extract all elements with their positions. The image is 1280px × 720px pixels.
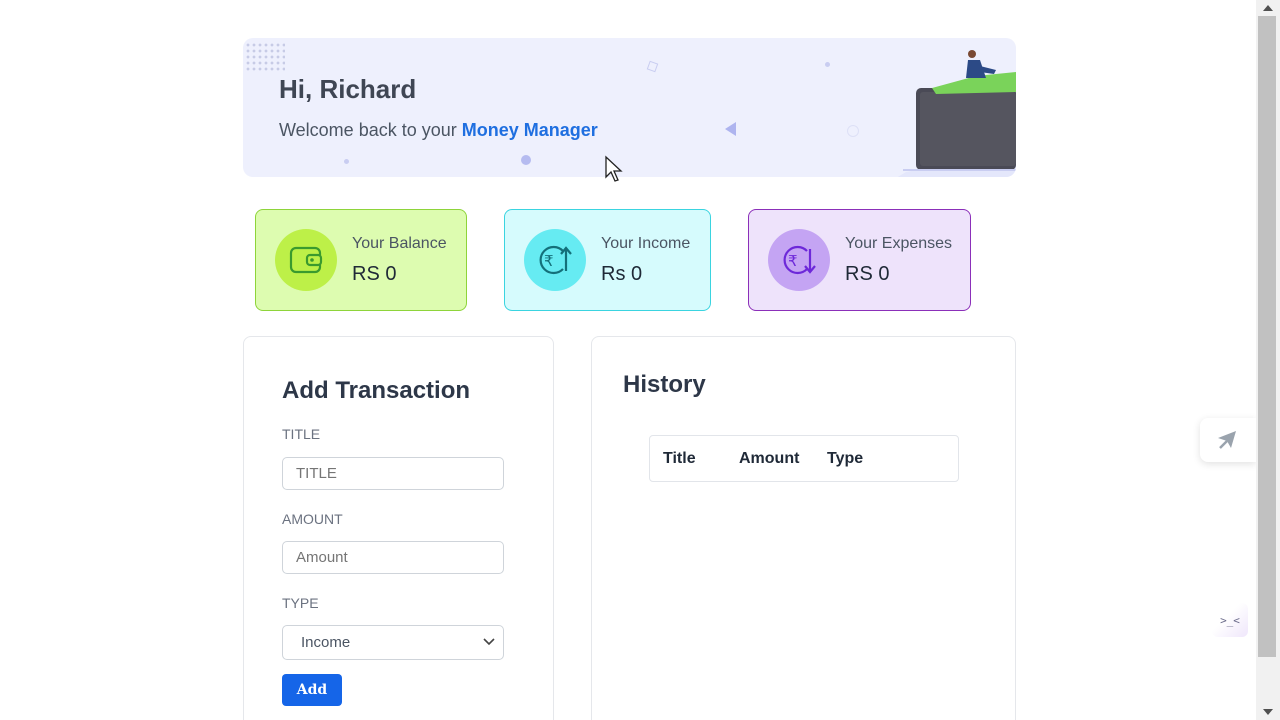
balance-value: RS 0 (352, 262, 397, 285)
emoji-widget-button[interactable]: >_< (1212, 603, 1248, 637)
mouse-cursor-icon (605, 155, 623, 182)
income-info: Your Income Rs 0 (601, 235, 690, 286)
rupee-up-icon: ₹ (539, 245, 572, 275)
income-label: Your Income (601, 234, 691, 252)
add-transaction-title: Add Transaction (282, 377, 471, 404)
vertical-scrollbar[interactable] (1256, 0, 1280, 720)
expenses-info: Your Expenses RS 0 (845, 235, 952, 286)
income-value: Rs 0 (601, 262, 643, 285)
wallet-icon-circle (275, 229, 337, 291)
chevron-down-icon (483, 638, 495, 646)
add-button[interactable]: Add (282, 674, 342, 706)
history-title: History (623, 371, 706, 398)
amount-field-label: AMOUNT (282, 511, 343, 527)
balance-info: Your Balance RS 0 (352, 235, 447, 286)
decor-dot (521, 155, 531, 165)
rupee-down-icon: ₹ (783, 245, 816, 275)
history-table-header: Title Amount Type (649, 435, 959, 482)
dot-pattern (245, 42, 285, 72)
scroll-down-arrow-icon[interactable] (1263, 709, 1273, 715)
title-field-label: TITLE (282, 426, 321, 442)
brand-name: Money Manager (461, 120, 598, 140)
page: Hi, Richard Welcome back to your Money M… (0, 0, 1280, 720)
income-card: ₹ Your Income Rs 0 (504, 209, 711, 311)
svg-text:₹: ₹ (544, 252, 554, 270)
expenses-card: ₹ Your Expenses RS 0 (748, 209, 971, 311)
title-input[interactable] (282, 457, 504, 490)
balance-label: Your Balance (352, 234, 447, 252)
column-header-type: Type (827, 449, 864, 467)
column-header-amount: Amount (739, 449, 800, 467)
scroll-up-arrow-icon[interactable] (1263, 5, 1273, 11)
welcome-banner: Hi, Richard Welcome back to your Money M… (243, 38, 1016, 177)
greeting-heading: Hi, Richard (279, 74, 417, 104)
history-panel: History Title Amount Type (591, 336, 1016, 720)
decor-dot (344, 159, 349, 164)
income-icon-circle: ₹ (524, 229, 586, 291)
expense-icon-circle: ₹ (768, 229, 830, 291)
scrollbar-thumb[interactable] (1258, 16, 1276, 657)
decor-dot (825, 62, 830, 67)
floating-widget-button[interactable] (1200, 418, 1256, 462)
type-selected-value: Income (301, 634, 351, 651)
amount-input[interactable] (282, 541, 504, 574)
decor-triangle (725, 122, 736, 136)
decor-square (646, 60, 659, 73)
welcome-text: Welcome back to your Money Manager (279, 120, 598, 141)
svg-text:₹: ₹ (788, 252, 798, 270)
balance-card: Your Balance RS 0 (255, 209, 467, 311)
wallet-icon (289, 246, 323, 274)
decor-circle (847, 125, 859, 137)
rocket-icon (1218, 431, 1236, 449)
add-transaction-panel: Add Transaction TITLE AMOUNT TYPE Income… (243, 336, 554, 720)
expenses-label: Your Expenses (845, 234, 953, 252)
expenses-value: RS 0 (845, 262, 890, 285)
welcome-prefix: Welcome back to your (279, 120, 462, 140)
person-laptop-illustration (897, 50, 1016, 177)
type-field-label: TYPE (282, 595, 319, 611)
type-select[interactable]: Income (282, 625, 504, 660)
column-header-title: Title (663, 449, 696, 467)
